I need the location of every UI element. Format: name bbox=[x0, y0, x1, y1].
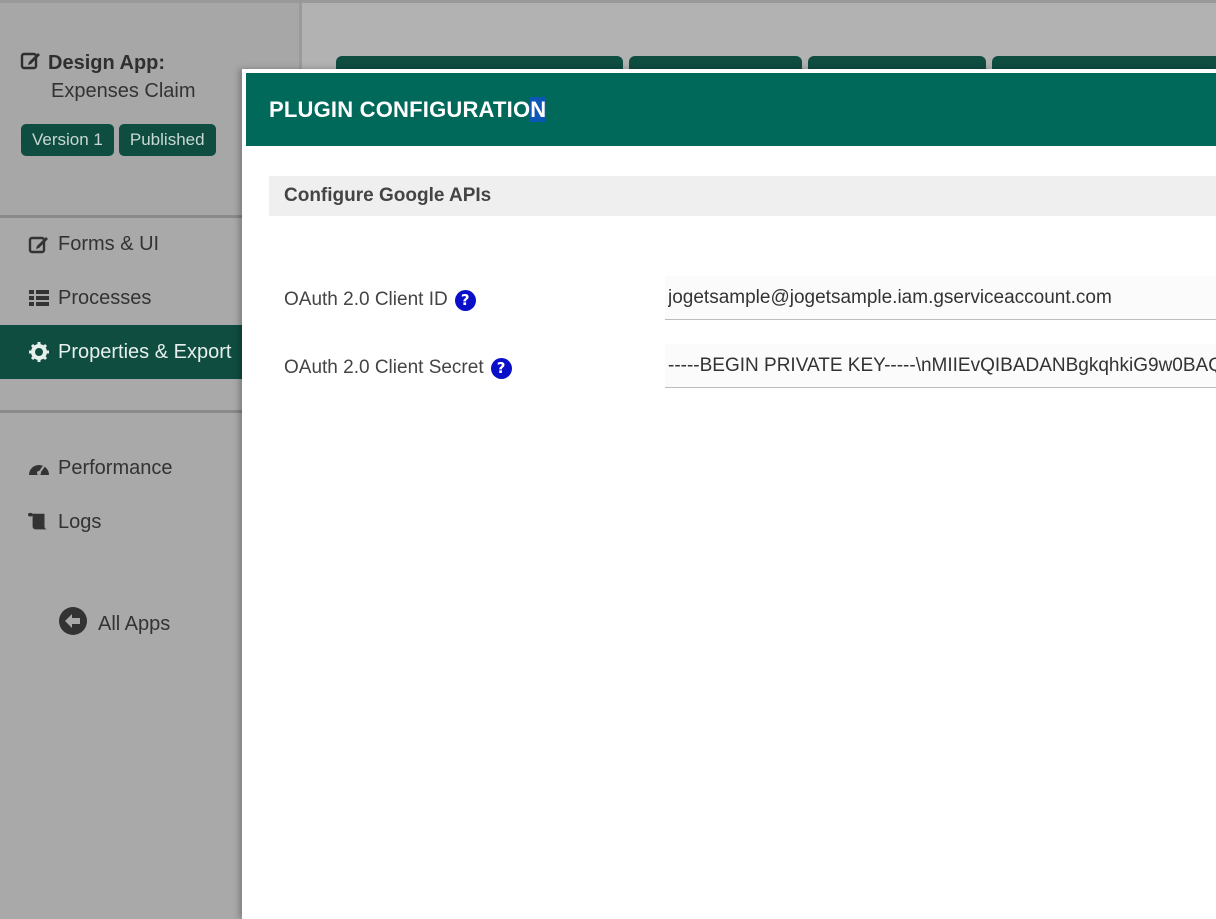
client-id-label-text: OAuth 2.0 Client ID bbox=[284, 289, 448, 310]
help-icon[interactable]: ? bbox=[490, 357, 512, 379]
section-header: Configure Google APIs bbox=[269, 176, 1216, 216]
dialog-header: PLUGIN CONFIGURATION bbox=[246, 73, 1216, 146]
client-id-input[interactable] bbox=[665, 276, 1216, 320]
design-app-label: Design App: bbox=[48, 51, 166, 74]
plugin-configuration-dialog: PLUGIN CONFIGURATION Configure Google AP… bbox=[242, 69, 1216, 919]
sidebar-item-label: Processes bbox=[58, 286, 152, 309]
dialog-title: PLUGIN CONFIGURATION bbox=[269, 96, 547, 123]
design-app-title: Design App: bbox=[20, 49, 165, 77]
version-badge[interactable]: Version 1 bbox=[21, 124, 114, 156]
client-secret-label-text: OAuth 2.0 Client Secret bbox=[284, 357, 484, 378]
client-secret-label: OAuth 2.0 Client Secret ? bbox=[284, 357, 512, 379]
published-badge[interactable]: Published bbox=[118, 124, 216, 156]
all-apps-link[interactable]: All Apps bbox=[58, 606, 170, 642]
sidebar-item-label: Forms & UI bbox=[58, 232, 160, 255]
gauge-icon bbox=[28, 457, 50, 479]
dialog-title-text: PLUGIN CONFIGURATIO bbox=[269, 96, 531, 122]
client-id-label: OAuth 2.0 Client ID ? bbox=[284, 289, 476, 311]
gear-icon bbox=[28, 341, 50, 363]
badge-group: Version 1 Published bbox=[21, 124, 216, 156]
edit-icon bbox=[20, 49, 42, 77]
edit-icon bbox=[28, 233, 50, 255]
app-name: Expenses Claim bbox=[51, 80, 196, 102]
all-apps-label: All Apps bbox=[98, 612, 171, 635]
list-icon bbox=[28, 287, 50, 309]
client-secret-input[interactable] bbox=[665, 344, 1216, 388]
help-icon[interactable]: ? bbox=[454, 289, 476, 311]
scroll-icon bbox=[28, 511, 50, 533]
dialog-title-selected-text: N bbox=[530, 96, 547, 122]
sidebar-item-label: Logs bbox=[58, 510, 102, 533]
sidebar-item-label: Properties & Export bbox=[58, 340, 232, 363]
arrow-left-circle-icon bbox=[58, 606, 88, 642]
sidebar-item-label: Performance bbox=[58, 456, 173, 479]
section-title: Configure Google APIs bbox=[284, 185, 492, 206]
